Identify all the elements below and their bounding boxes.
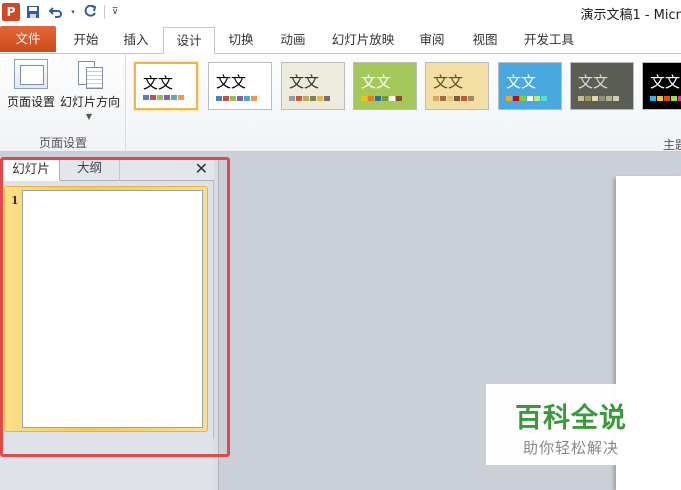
slide-thumbnail-selected[interactable]: 1	[4, 186, 208, 432]
theme-thumbnail[interactable]: 文文	[570, 62, 634, 110]
theme-thumbnail[interactable]: 文文	[281, 62, 345, 110]
undo-icon[interactable]	[46, 2, 66, 22]
theme-thumbnail[interactable]: 文文	[425, 62, 489, 110]
page-setup-group: 页面设置 幻灯片方向 ▼ 页面设置	[0, 54, 126, 152]
slide-thumbnail[interactable]	[22, 190, 203, 428]
redo-icon[interactable]	[80, 2, 100, 22]
watermark-title: 百科全说	[515, 403, 627, 434]
tab-review[interactable]: 审阅	[410, 27, 454, 54]
qat-separator	[104, 5, 105, 19]
tab-design[interactable]: 设计	[163, 27, 215, 55]
watermark: 百科全说 助你轻松解决	[486, 384, 656, 465]
slide-orientation-label: 幻灯片方向	[60, 95, 121, 109]
undo-dropdown-icon[interactable]: ▾	[69, 2, 77, 22]
theme-thumbnail[interactable]: 文文	[208, 62, 272, 110]
tab-slideshow[interactable]: 幻灯片放映	[326, 27, 400, 54]
slide-number: 1	[11, 194, 19, 207]
tab-slides[interactable]: 幻灯片	[2, 157, 60, 181]
window-title: 演示文稿1 - Micr	[580, 8, 681, 23]
slide-orientation-button[interactable]: 幻灯片方向 ▼	[60, 57, 121, 121]
tab-view[interactable]: 视图	[463, 27, 507, 54]
customize-icon[interactable]: ⊽	[110, 2, 120, 22]
themes-group-label: 主题	[663, 138, 681, 152]
themes-gallery: 文文 文文 文文 文文 文文 文文 文文 文文	[130, 58, 681, 114]
page-setup-group-label: 页面设置	[38, 136, 87, 150]
slides-pane-tabs: 幻灯片 大纲 ✕	[0, 157, 214, 181]
tab-insert[interactable]: 插入	[112, 27, 160, 54]
watermark-subtitle: 助你轻松解决	[522, 439, 619, 457]
chevron-down-icon: ▼	[85, 112, 93, 121]
close-icon[interactable]: ✕	[195, 159, 208, 178]
theme-thumbnail[interactable]: 文文	[642, 62, 681, 110]
tab-transitions[interactable]: 切换	[218, 27, 264, 54]
theme-thumbnail[interactable]: 文文	[498, 62, 562, 110]
tab-outline[interactable]: 大纲	[60, 157, 120, 181]
tab-file[interactable]: 文件	[0, 26, 56, 52]
page-setup-label: 页面设置	[6, 95, 55, 109]
tab-animations[interactable]: 动画	[270, 27, 316, 54]
page-setup-button[interactable]: 页面设置	[2, 57, 60, 121]
quick-access-toolbar: P ▾ ⊽	[0, 0, 120, 24]
tab-developer[interactable]: 开发工具	[518, 27, 580, 54]
theme-thumbnail[interactable]: 文文	[134, 62, 198, 110]
theme-thumbnail[interactable]: 文文	[353, 62, 417, 110]
title-bar: P ▾ ⊽ 演示文稿1 - Micr	[0, 0, 681, 24]
save-icon[interactable]	[23, 2, 43, 22]
ribbon-tab-row: 文件 开始 插入 设计 切换 动画 幻灯片放映 审阅 视图 开发工具	[0, 24, 681, 55]
page-setup-icon	[14, 59, 48, 89]
slides-pane-empty-area	[0, 439, 214, 490]
slides-pane: 幻灯片 大纲 ✕ 1	[0, 157, 214, 490]
pane-splitter[interactable]	[214, 157, 219, 490]
ribbon-panel: 页面设置 幻灯片方向 ▼ 页面设置 文文 文文 文文 文文 文文 文文 文文 文…	[0, 54, 681, 152]
slide-orientation-icon	[74, 59, 104, 89]
tab-home[interactable]: 开始	[62, 27, 110, 54]
powerpoint-app-icon[interactable]: P	[2, 3, 20, 21]
